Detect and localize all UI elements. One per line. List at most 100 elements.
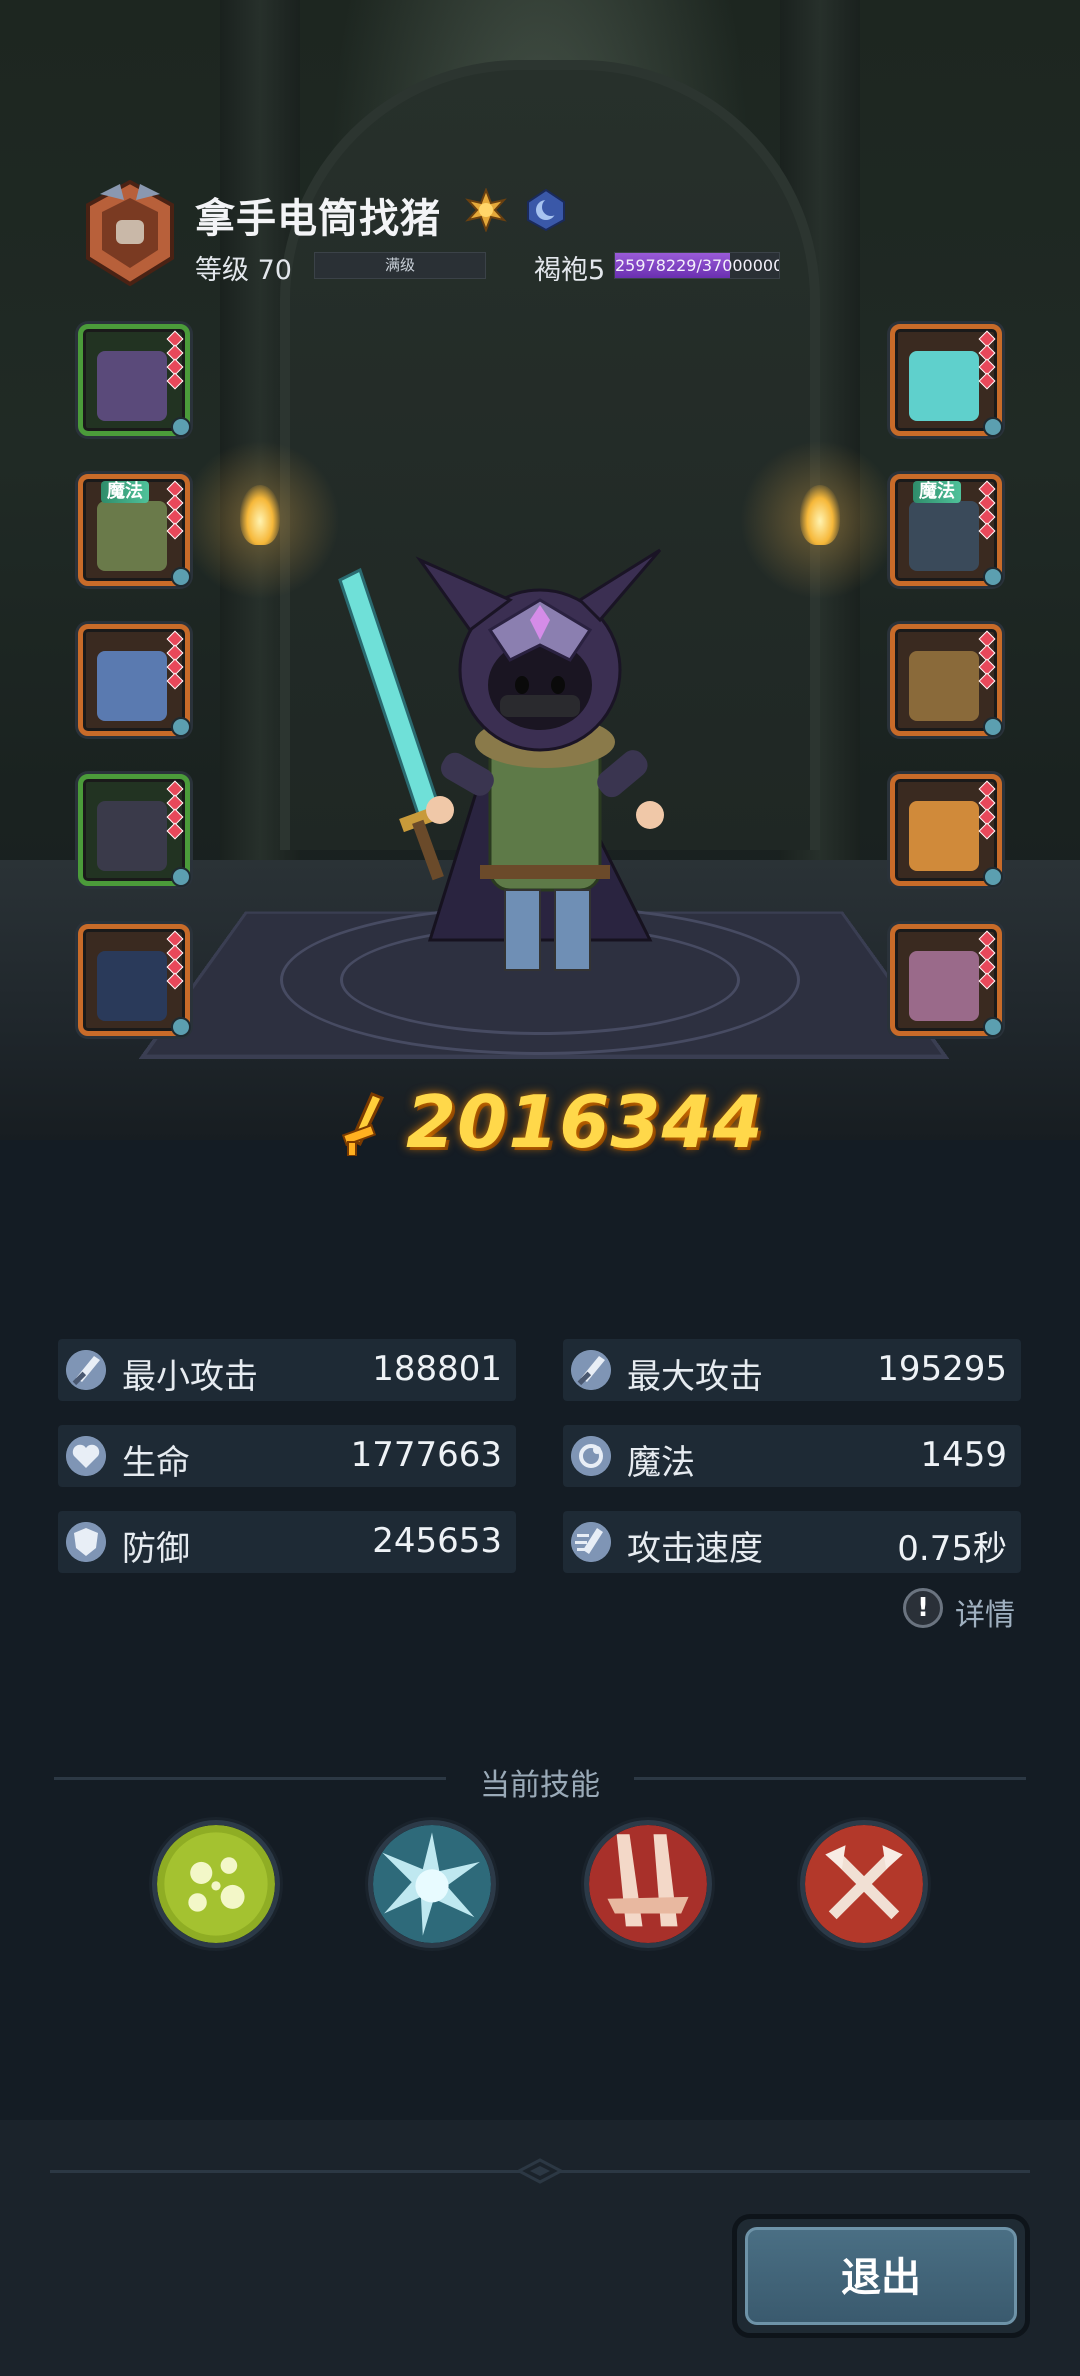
stat-label: 攻击速度 [627, 1529, 763, 1569]
heart-icon [66, 1436, 106, 1476]
gem-sockets [978, 480, 996, 540]
slot-corner-icon [171, 717, 191, 737]
gem-icon [166, 822, 184, 840]
stat-max-attack: 最大攻击 195295 [563, 1339, 1021, 1401]
magic-tag: 魔法 [913, 481, 961, 503]
slash-skill-icon[interactable] [584, 1820, 712, 1948]
gem-sockets [978, 780, 996, 840]
gem-sockets [978, 630, 996, 690]
class-emblem-icon [86, 180, 174, 286]
left-slot-helmet[interactable] [78, 324, 191, 437]
slot-corner-icon [983, 567, 1003, 587]
sword-icon [66, 1350, 106, 1390]
right-slot-sword[interactable] [890, 324, 1003, 437]
details-info-icon[interactable]: ! [903, 1588, 943, 1628]
slot-corner-icon [983, 867, 1003, 887]
rank-progress-text: 25978229/37000000 [615, 256, 780, 275]
stat-defense: 防御 245653 [58, 1511, 516, 1573]
right-slot-pet[interactable] [890, 924, 1003, 1037]
right-slot-necklace[interactable] [890, 624, 1003, 737]
stat-value: 195295 [877, 1349, 1007, 1389]
pants-icon [97, 951, 167, 1021]
ring-icon [909, 501, 979, 571]
combat-power-value: 2016344 [406, 1080, 764, 1164]
gem-sockets [978, 330, 996, 390]
stat-value: 1459 [920, 1435, 1007, 1475]
hero-character [338, 548, 664, 971]
gem-sockets [166, 630, 184, 690]
slot-corner-icon [171, 1017, 191, 1037]
moon-badge-icon [527, 188, 565, 232]
shield-icon [66, 1522, 106, 1562]
sword-icon [909, 351, 979, 421]
left-slot-pants[interactable] [78, 924, 191, 1037]
magic-tag: 魔法 [101, 481, 149, 503]
gem-icon [166, 672, 184, 690]
speed-icon [571, 1522, 611, 1562]
gem-sockets [166, 330, 184, 390]
armor-icon [97, 501, 167, 571]
slot-corner-icon [983, 417, 1003, 437]
boots-icon [97, 651, 167, 721]
right-slot-ring[interactable]: 魔法 [890, 474, 1003, 587]
gem-sockets [978, 930, 996, 990]
gem-icon [166, 372, 184, 390]
stat-value: 188801 [372, 1349, 502, 1389]
gem-icon [978, 972, 996, 990]
slot-corner-icon [171, 417, 191, 437]
stat-min-attack: 最小攻击 188801 [58, 1339, 516, 1401]
gem-sockets [166, 480, 184, 540]
slot-corner-icon [171, 867, 191, 887]
gem-icon [978, 372, 996, 390]
skills-title: 当前技能 [480, 1768, 600, 1803]
combat-power: 2016344 [320, 1080, 763, 1170]
slot-corner-icon [171, 567, 191, 587]
necklace-icon [909, 651, 979, 721]
gem-icon [166, 522, 184, 540]
sword-blade [338, 567, 442, 823]
rank-label: 褐袍5 [534, 255, 606, 286]
gem-icon [166, 972, 184, 990]
level-progress-bar: 满级 [314, 252, 486, 279]
stat-label: 防御 [122, 1529, 190, 1569]
stat-label: 魔法 [627, 1443, 695, 1483]
left-slot-bracer[interactable] [78, 774, 191, 887]
bracer-icon [97, 801, 167, 871]
stat-value: 245653 [372, 1521, 502, 1561]
magic-icon [571, 1436, 611, 1476]
pet-icon [909, 951, 979, 1021]
right-torch-icon [800, 485, 840, 545]
left-torch-icon [240, 485, 280, 545]
stat-value: 0.75秒 [897, 1529, 1007, 1569]
details-link[interactable]: 详情 [955, 1590, 1015, 1634]
left-slot-boots[interactable] [78, 624, 191, 737]
stat-health: 生命 1777663 [58, 1425, 516, 1487]
exit-button[interactable]: 退出 [732, 2214, 1030, 2338]
crossed-axes-skill-icon[interactable] [800, 1820, 928, 1948]
stat-attack-speed: 攻击速度 0.75秒 [563, 1511, 1021, 1573]
gem-sockets [166, 780, 184, 840]
gem-icon [978, 522, 996, 540]
skills-divider-right [634, 1777, 1026, 1780]
rank-progress-bar: 25978229/37000000 [614, 252, 780, 279]
skills-divider-left [54, 1777, 446, 1780]
slot-corner-icon [983, 717, 1003, 737]
sword-icon [571, 1350, 611, 1390]
bubbles-skill-icon[interactable] [152, 1820, 280, 1948]
talisman-icon [909, 801, 979, 871]
gem-icon [978, 672, 996, 690]
gem-sockets [166, 930, 184, 990]
divider-ornament-icon [517, 2158, 563, 2184]
burst-skill-icon[interactable] [368, 1820, 496, 1948]
left-slot-armor[interactable]: 魔法 [78, 474, 191, 587]
sword-power-icon [342, 1092, 385, 1156]
player-name: 拿手电筒找猪 [195, 196, 441, 242]
helmet-icon [97, 351, 167, 421]
stat-label: 最大攻击 [627, 1357, 763, 1397]
sun-badge-icon [465, 188, 507, 232]
right-slot-talisman[interactable] [890, 774, 1003, 887]
level-label: 等级 70 [195, 255, 292, 286]
stat-magic: 魔法 1459 [563, 1425, 1021, 1487]
stat-value: 1777663 [350, 1435, 502, 1475]
stat-label: 最小攻击 [122, 1357, 258, 1397]
